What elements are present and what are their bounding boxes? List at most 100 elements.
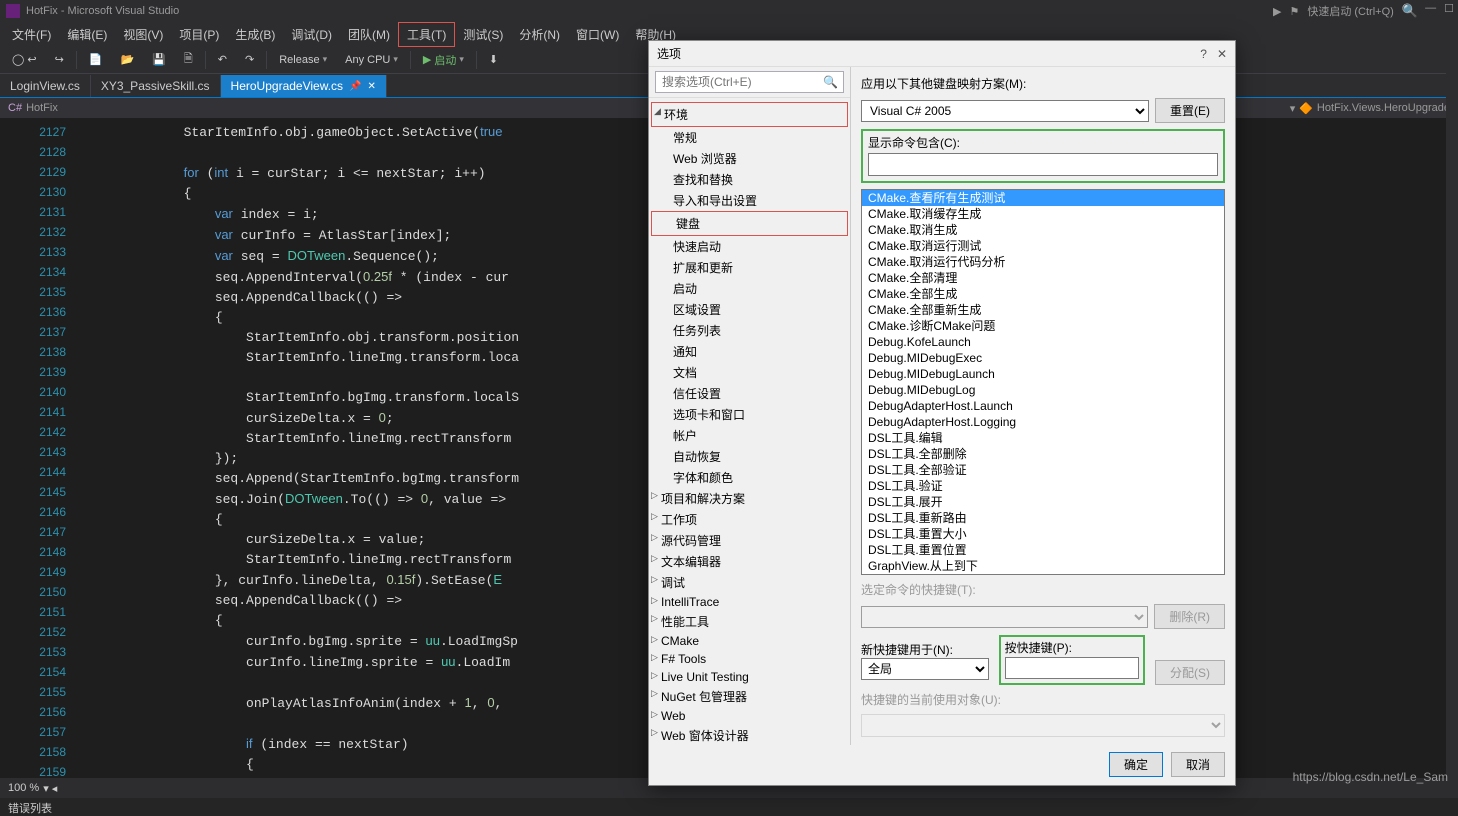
command-item[interactable]: CMake.取消运行测试	[862, 238, 1224, 254]
command-item[interactable]: Debug.MIDebugExec	[862, 350, 1224, 366]
command-item[interactable]: GraphView.从上到下	[862, 558, 1224, 574]
scheme-select[interactable]: Visual C# 2005	[861, 100, 1149, 122]
menu-test[interactable]: 测试(S)	[455, 23, 511, 46]
command-item[interactable]: GraphView.从下到上	[862, 574, 1224, 575]
new-scope-select[interactable]: 全局	[861, 658, 989, 680]
redo-button[interactable]: ↷	[239, 51, 260, 68]
dialog-help-icon[interactable]: ?	[1200, 47, 1207, 61]
tree-item[interactable]: ▷调试	[651, 572, 848, 593]
menu-build[interactable]: 生成(B)	[227, 23, 283, 46]
ok-button[interactable]: 确定	[1109, 752, 1163, 777]
command-item[interactable]: DebugAdapterHost.Launch	[862, 398, 1224, 414]
tab-close-icon[interactable]: ✕	[368, 81, 376, 92]
reset-button[interactable]: 重置(E)	[1155, 98, 1225, 123]
open-file-button[interactable]: 📂	[115, 51, 141, 68]
command-item[interactable]: CMake.全部生成	[862, 286, 1224, 302]
tree-item[interactable]: 导入和导出设置	[651, 190, 848, 211]
tree-item[interactable]: 启动	[651, 278, 848, 299]
minimize-icon[interactable]: —	[1425, 2, 1436, 15]
command-item[interactable]: Debug.MIDebugLog	[862, 382, 1224, 398]
command-item[interactable]: CMake.取消运行代码分析	[862, 254, 1224, 270]
menu-debug[interactable]: 调试(D)	[283, 23, 340, 46]
tab-heroupgrade[interactable]: HeroUpgradeView.cs📌✕	[221, 75, 387, 97]
save-button[interactable]: 💾	[146, 51, 172, 68]
command-item[interactable]: DebugAdapterHost.Logging	[862, 414, 1224, 430]
cancel-button[interactable]: 取消	[1171, 752, 1225, 777]
command-item[interactable]: DSL工具.重置位置	[862, 542, 1224, 558]
tree-item[interactable]: ▷性能工具	[651, 611, 848, 632]
options-tree[interactable]: ◢环境常规Web 浏览器查找和替换导入和导出设置键盘快速启动扩展和更新启动区域设…	[649, 98, 850, 745]
menu-view[interactable]: 视图(V)	[115, 23, 171, 46]
tree-item[interactable]: 快速启动	[651, 236, 848, 257]
tree-item[interactable]: 文档	[651, 362, 848, 383]
quick-launch[interactable]: 快速启动 (Ctrl+Q)	[1307, 3, 1393, 19]
nav-back-button[interactable]: ◯ ↩	[6, 51, 43, 68]
tree-item[interactable]: 查找和替换	[651, 169, 848, 190]
command-item[interactable]: DSL工具.全部验证	[862, 462, 1224, 478]
save-all-button[interactable]: 🗎	[178, 48, 199, 71]
command-item[interactable]: CMake.诊断CMake问题	[862, 318, 1224, 334]
command-item[interactable]: Debug.KofeLaunch	[862, 334, 1224, 350]
command-item[interactable]: CMake.全部重新生成	[862, 302, 1224, 318]
zoom-dropdown-icon[interactable]: ▾ ◂	[43, 782, 57, 795]
nav-fwd-button[interactable]: ↪	[49, 51, 70, 68]
platform-dropdown[interactable]: Any CPU	[339, 52, 404, 68]
tree-item[interactable]: 常规	[651, 127, 848, 148]
command-item[interactable]: CMake.全部清理	[862, 270, 1224, 286]
breadcrumb-namespace[interactable]: HotFix.Views.HeroUpgrade	[1317, 102, 1450, 114]
tree-item[interactable]: 区域设置	[651, 299, 848, 320]
command-item[interactable]: CMake.取消缓存生成	[862, 206, 1224, 222]
tab-loginview[interactable]: LoginView.cs	[0, 75, 91, 97]
tree-item[interactable]: Web 浏览器	[651, 148, 848, 169]
collapsed-sidepanels[interactable]	[1446, 66, 1458, 786]
tree-item[interactable]: 选项卡和窗口	[651, 404, 848, 425]
command-item[interactable]: DSL工具.展开	[862, 494, 1224, 510]
tab-passiveskill[interactable]: XY3_PassiveSkill.cs	[91, 75, 221, 97]
menu-file[interactable]: 文件(F)	[4, 23, 59, 46]
new-file-button[interactable]: 📄	[83, 51, 109, 68]
tree-item[interactable]: 帐户	[651, 425, 848, 446]
tree-item[interactable]: 扩展和更新	[651, 257, 848, 278]
press-shortcut-input[interactable]	[1005, 657, 1139, 679]
undo-button[interactable]: ↶	[212, 51, 233, 68]
tree-item[interactable]: ▷文本编辑器	[651, 551, 848, 572]
tree-item[interactable]: ▷Web	[651, 707, 848, 725]
menu-team[interactable]: 团队(M)	[340, 23, 398, 46]
tree-item[interactable]: ▷工作项	[651, 509, 848, 530]
search-icon[interactable]: 🔍	[823, 75, 838, 89]
search-icon[interactable]: 🔍	[1402, 3, 1418, 19]
tree-item[interactable]: 自动恢复	[651, 446, 848, 467]
tree-item[interactable]: 通知	[651, 341, 848, 362]
command-item[interactable]: CMake.取消生成	[862, 222, 1224, 238]
command-item[interactable]: DSL工具.重置大小	[862, 526, 1224, 542]
tree-item[interactable]: 键盘	[654, 213, 845, 234]
tree-item[interactable]: ▷项目和解决方案	[651, 488, 848, 509]
tree-item[interactable]: ▷Web 窗体设计器	[651, 725, 848, 745]
menu-window[interactable]: 窗口(W)	[568, 23, 627, 46]
menu-edit[interactable]: 编辑(E)	[59, 23, 115, 46]
tree-item[interactable]: ▷CMake	[651, 632, 848, 650]
command-item[interactable]: DSL工具.重新路由	[862, 510, 1224, 526]
command-item[interactable]: DSL工具.验证	[862, 478, 1224, 494]
command-item[interactable]: CMake.查看所有生成测试	[862, 190, 1224, 206]
zoom-level[interactable]: 100 %	[8, 782, 39, 794]
tree-item[interactable]: ▷IntelliTrace	[651, 593, 848, 611]
command-item[interactable]: DSL工具.全部删除	[862, 446, 1224, 462]
menu-analyze[interactable]: 分析(N)	[511, 23, 568, 46]
breadcrumb-project[interactable]: HotFix	[26, 102, 58, 114]
command-item[interactable]: DSL工具.编辑	[862, 430, 1224, 446]
tab-pin-icon[interactable]: 📌	[349, 81, 361, 92]
commands-listbox[interactable]: CMake.查看所有生成测试CMake.取消缓存生成CMake.取消生成CMak…	[861, 189, 1225, 575]
flag-icon[interactable]: ⚑	[1289, 5, 1299, 18]
tree-item[interactable]: ▷源代码管理	[651, 530, 848, 551]
tree-item[interactable]: 任务列表	[651, 320, 848, 341]
tree-item[interactable]: 信任设置	[651, 383, 848, 404]
error-list-tab[interactable]: 错误列表	[0, 798, 1458, 816]
tree-item[interactable]: 字体和颜色	[651, 467, 848, 488]
menu-project[interactable]: 项目(P)	[171, 23, 227, 46]
dialog-close-icon[interactable]: ✕	[1217, 47, 1227, 61]
step-button[interactable]: ⬇	[483, 51, 504, 68]
tree-item[interactable]: ▷NuGet 包管理器	[651, 686, 848, 707]
tree-item[interactable]: ◢环境	[654, 104, 845, 125]
options-search-input[interactable]	[655, 71, 844, 93]
